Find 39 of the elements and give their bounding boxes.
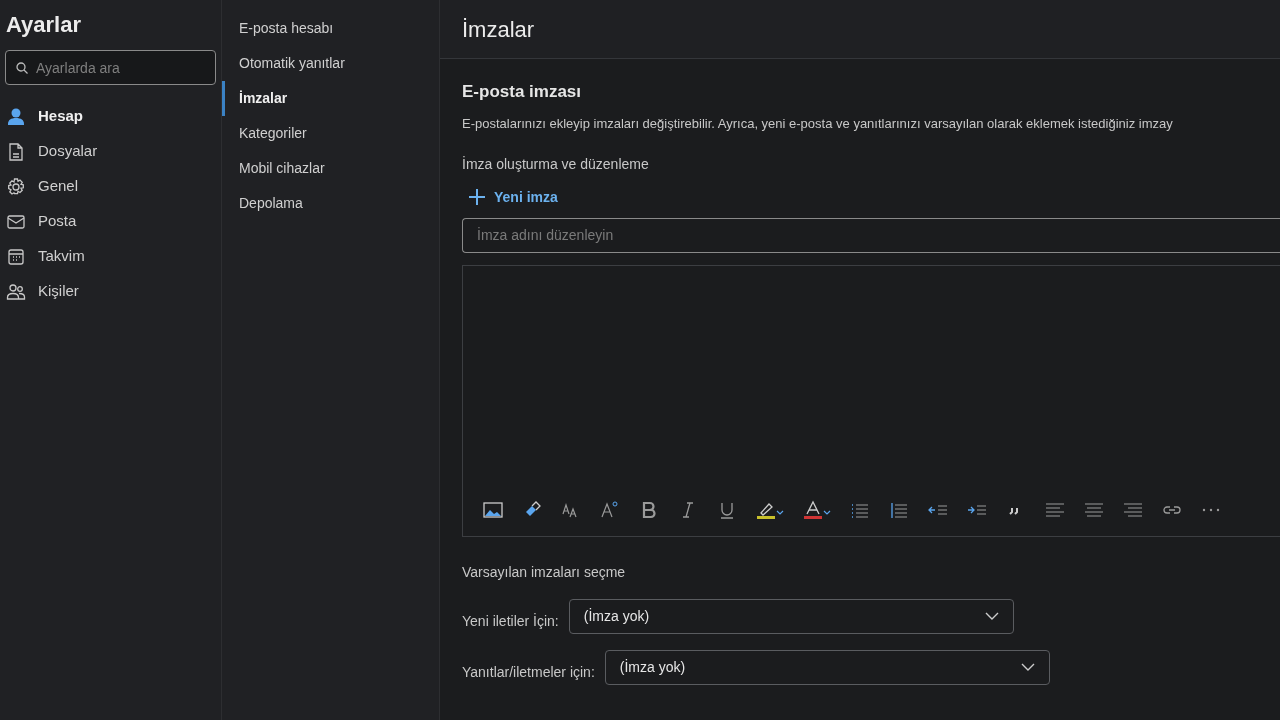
dropdown-value: (İmza yok) [619,657,686,677]
people-icon [6,281,26,302]
chevron-down-icon [984,612,999,620]
signature-dropdown[interactable]: (İmza yok) [568,598,1014,634]
sidebar-item[interactable]: Posta [0,204,221,239]
subnav-item[interactable]: Depolama [222,186,439,221]
new-signature-button[interactable]: Yeni imza [468,186,558,208]
plus-icon [468,188,486,206]
font-color-icon[interactable] [803,499,831,520]
subnav-item[interactable]: Mobil cihazlar [222,151,439,186]
gear-icon [6,176,26,197]
document-icon [6,141,26,162]
chevron-down-icon [1020,663,1035,671]
description-text: E-postalarınızı ekleyip imzaları değiştirebilir. Ayrıca, yeni e-posta ve yanıtlarınızı varsayılan olarak eklemek istediğiniz imzay [462,115,1173,133]
subnav-item[interactable]: İmzalar [222,81,439,116]
section-title: E-posta imzası [462,81,583,103]
signature-name-field[interactable]: İmza adını düzenleyin [462,217,1280,253]
sidebar-item[interactable]: Hesap [0,99,221,134]
subnav-item[interactable]: E-posta hesabı [222,11,439,46]
dropdown-label: Yeni iletiler İçin: [462,611,559,631]
create-label: İmza oluşturma ve düzenleme [462,154,649,174]
defaults-label: Varsayılan imzaları seçme [462,562,626,582]
sidebar-item[interactable]: Takvim [0,239,221,274]
superscript-icon[interactable] [600,499,620,520]
calendar-icon [6,246,26,267]
person-icon [6,106,26,127]
settings-title: Ayarlar [5,11,82,39]
search-field[interactable]: Ayarlarda ara [5,50,216,85]
signature-dropdown[interactable]: (İmza yok) [604,649,1050,685]
sidebar-item[interactable]: Kişiler [0,274,221,309]
page-title: İmzalar [462,15,535,44]
subnav-item[interactable]: Kategoriler [222,116,439,151]
subnav-item[interactable]: Otomatik yanıtlar [222,46,439,81]
sidebar-item[interactable]: Genel [0,169,221,204]
search-icon [16,62,28,74]
dropdown-label: Yanıtlar/iletmeler için: [462,662,595,682]
image-icon[interactable] [483,499,503,520]
sidebar-item[interactable]: Dosyalar [0,134,221,169]
dropdown-value: (İmza yok) [583,606,650,626]
